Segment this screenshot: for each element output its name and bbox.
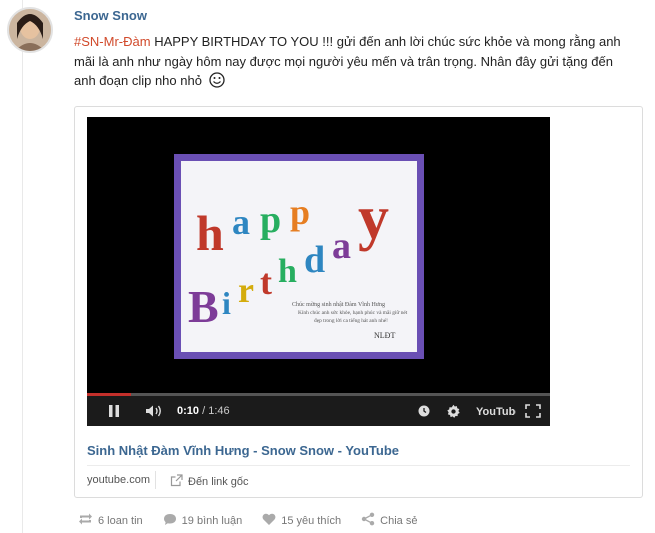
- original-link-button[interactable]: Đến link gốc: [170, 474, 249, 490]
- card-divider: [87, 465, 630, 466]
- video-thumbnail: h a p p B i r t h d a y Chúc mừng sinh n…: [174, 154, 424, 359]
- thumb-letter-r: r: [238, 270, 254, 310]
- comment-icon: [163, 513, 177, 529]
- thumb-caption-2: Kính chúc anh sức khỏe, hạnh phúc và mãi…: [298, 310, 408, 316]
- fullscreen-icon[interactable]: [525, 396, 541, 426]
- card-vertical-divider: [155, 471, 156, 489]
- share-button[interactable]: Chia sẻ: [361, 512, 417, 529]
- share-label: Chia sẻ: [380, 514, 418, 527]
- thumb-letter-B: B: [188, 281, 219, 332]
- video-player[interactable]: h a p p B i r t h d a y Chúc mừng sinh n…: [87, 117, 550, 426]
- avatar[interactable]: [7, 7, 53, 53]
- external-link-icon: [170, 474, 183, 490]
- thumb-caption-1: Chúc mừng sinh nhật Đàm Vĩnh Hưng: [292, 302, 385, 308]
- comment-button[interactable]: 19 bình luận: [163, 513, 243, 529]
- video-time: 0:10 / 1:46: [177, 405, 230, 417]
- gear-icon[interactable]: [446, 396, 461, 426]
- like-count: 15 yêu thích: [281, 514, 342, 527]
- pause-icon[interactable]: [107, 396, 121, 426]
- card-title-link[interactable]: Sinh Nhật Đàm Vĩnh Hưng - Snow Snow - Yo…: [87, 443, 399, 458]
- current-time: 0:10: [177, 405, 200, 417]
- repost-button[interactable]: 6 loan tin: [78, 513, 143, 528]
- thumb-letter-t: t: [260, 262, 272, 302]
- timeline-line: [22, 0, 23, 533]
- comment-count: 19 bình luận: [181, 514, 243, 527]
- like-button[interactable]: 15 yêu thích: [262, 513, 341, 529]
- post-body: HAPPY BIRTHDAY TO YOU !!! gửi đến anh lờ…: [74, 34, 621, 88]
- duration: / 1:46: [202, 405, 230, 417]
- thumb-signature: NLĐT: [374, 331, 395, 340]
- thumb-letter-h: h: [196, 205, 224, 261]
- thumb-letter-p1: p: [260, 199, 281, 241]
- thumb-caption-3: đẹp trong lời ca tiếng hát anh nhé!: [314, 317, 388, 324]
- hashtag-link[interactable]: #SN-Mr-Đàm: [74, 34, 151, 49]
- share-icon: [361, 512, 375, 529]
- repost-count: 6 loan tin: [98, 514, 143, 527]
- link-preview-card: h a p p B i r t h d a y Chúc mừng sinh n…: [74, 106, 643, 498]
- repost-icon: [78, 513, 93, 528]
- thumb-letter-i: i: [222, 285, 231, 321]
- card-source: youtube.com: [87, 474, 150, 486]
- post-actions: 6 loan tin 19 bình luận 15 yêu thích Chi…: [78, 512, 437, 529]
- thumb-letter-h2: h: [278, 253, 297, 290]
- smile-icon: [208, 72, 225, 94]
- thumb-letter-p2: p: [290, 192, 310, 232]
- avatar-image: [9, 9, 51, 51]
- youtube-logo[interactable]: YouTube: [476, 396, 516, 426]
- heart-icon: [262, 513, 276, 529]
- thumb-letter-a: a: [232, 202, 250, 242]
- thumb-letter-a2: a: [332, 225, 351, 267]
- original-link-label: Đến link gốc: [188, 476, 249, 488]
- youtube-logo-text: YouTube: [476, 406, 516, 418]
- post-text: #SN-Mr-Đàm HAPPY BIRTHDAY TO YOU !!! gửi…: [74, 32, 634, 94]
- thumb-letter-d: d: [304, 239, 325, 281]
- volume-icon[interactable]: [145, 396, 163, 426]
- author-name[interactable]: Snow Snow: [74, 8, 147, 23]
- clock-icon[interactable]: [418, 396, 430, 426]
- video-controls: 0:10 / 1:46 YouTube: [87, 393, 550, 426]
- thumb-letter-y: y: [358, 184, 389, 252]
